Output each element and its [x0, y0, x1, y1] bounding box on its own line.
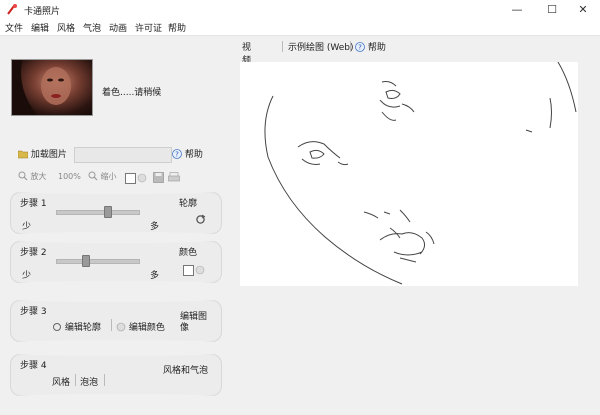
step-1-max-label: 多 — [150, 222, 160, 232]
edit-color-label: 编辑颜色 — [128, 323, 165, 333]
divider — [104, 374, 105, 386]
menu-file[interactable]: 文件 — [5, 21, 23, 34]
left-panel: 着色.....请稍候 加载图片 ? 帮助 放大 100% 缩小 步骤 1 轮廓 … — [0, 36, 234, 415]
step-4-title: 步骤 4 — [20, 361, 47, 371]
divider — [111, 319, 112, 331]
zoom-value: 100% — [58, 172, 81, 181]
minimize-button[interactable]: — — [500, 0, 534, 20]
bubble-button[interactable]: 泡泡 — [80, 375, 98, 388]
menu-bar: 文件 编辑 风格 气泡 动画 许可证 帮助 — [0, 20, 600, 36]
divider — [282, 41, 283, 52]
step-4-style-bubble-label: 风格和气泡 — [163, 366, 209, 376]
svg-text:?: ? — [358, 44, 362, 52]
edit-color-icon — [116, 322, 126, 332]
zoom-in-button[interactable]: 放大 — [18, 171, 47, 182]
cartoon-outline-drawing — [264, 61, 577, 285]
color-refresh-icon[interactable] — [195, 265, 205, 275]
step-3-edit-image-label: 编辑图像 — [180, 312, 208, 333]
load-image-label: 加载图片 — [30, 150, 67, 160]
menu-bubble[interactable]: 气泡 — [83, 21, 101, 34]
step-1-min-label: 少 — [22, 222, 32, 232]
step-2-title: 步骤 2 — [20, 248, 47, 258]
step-3-panel: 步骤 3 编辑图像 编辑轮廓 编辑颜色 — [10, 298, 222, 344]
close-button[interactable]: ✕ — [566, 0, 600, 20]
status-text: 着色.....请稍候 — [102, 88, 162, 98]
divider — [75, 374, 76, 386]
outline-slider-thumb[interactable] — [103, 206, 112, 218]
face-thumbnail-icon — [12, 60, 71, 115]
title-bar: 卡通照片 — ☐ ✕ — [0, 0, 600, 20]
image-path-field[interactable] — [74, 147, 172, 163]
save-icon[interactable] — [153, 172, 164, 183]
tab-help-label: 帮助 — [367, 43, 386, 53]
edit-color-button[interactable]: 编辑颜色 — [116, 320, 165, 333]
step-2-min-label: 少 — [22, 271, 32, 281]
print-icon[interactable] — [168, 172, 180, 183]
edit-outline-icon — [53, 323, 61, 331]
tab-help[interactable]: ? 帮助 — [355, 40, 386, 53]
step-1-outline-label: 轮廓 — [179, 199, 198, 209]
outline-slider-track[interactable] — [56, 210, 140, 215]
edit-outline-label: 编辑轮廓 — [64, 323, 101, 333]
zoom-out-button[interactable]: 缩小 — [88, 171, 117, 182]
divider — [350, 41, 351, 52]
zoom-out-icon — [88, 171, 98, 181]
refresh-small-icon[interactable] — [137, 173, 147, 183]
outline-reset-icon[interactable] — [195, 214, 206, 225]
help-icon: ? — [355, 42, 365, 52]
step-2-color-label: 颜色 — [179, 248, 198, 258]
zoom-in-label: 放大 — [30, 172, 47, 181]
app-icon — [7, 4, 17, 15]
step-2-max-label: 多 — [150, 271, 160, 281]
load-image-button[interactable]: 加载图片 — [18, 147, 70, 163]
help-label: 帮助 — [184, 150, 203, 160]
menu-edit[interactable]: 编辑 — [31, 21, 49, 34]
step-3-title: 步骤 3 — [20, 307, 47, 317]
maximize-button[interactable]: ☐ — [535, 0, 569, 20]
tab-sample-drawing-web[interactable]: 示例绘图 (Web) — [288, 40, 354, 53]
style-button[interactable]: 风格 — [52, 375, 70, 388]
color-slider-thumb[interactable] — [81, 255, 90, 267]
edit-outline-button[interactable]: 编辑轮廓 — [52, 320, 101, 333]
color-slider-track[interactable] — [56, 259, 140, 264]
photo-thumbnail — [11, 59, 93, 116]
window-title: 卡通照片 — [24, 7, 61, 17]
step-4-panel: 步骤 4 风格和气泡 风格 泡泡 — [10, 352, 222, 398]
menu-animation[interactable]: 动画 — [109, 21, 127, 34]
view-checkbox[interactable] — [125, 173, 136, 184]
menu-style[interactable]: 风格 — [57, 21, 75, 34]
menu-help[interactable]: 帮助 — [168, 21, 186, 34]
svg-text:?: ? — [175, 151, 179, 159]
menu-license[interactable]: 许可证 — [135, 21, 162, 34]
folder-icon — [18, 150, 28, 159]
step-2-panel: 步骤 2 颜色 少 多 — [10, 239, 222, 285]
zoom-in-icon — [18, 171, 28, 181]
drawing-canvas[interactable] — [240, 61, 578, 286]
help-button[interactable]: ? 帮助 — [172, 147, 210, 163]
zoom-out-label: 缩小 — [100, 172, 117, 181]
step-1-panel: 步骤 1 轮廓 少 多 — [10, 190, 222, 236]
help-icon: ? — [172, 149, 182, 159]
step-1-title: 步骤 1 — [20, 199, 47, 209]
color-checkbox[interactable] — [183, 265, 194, 276]
